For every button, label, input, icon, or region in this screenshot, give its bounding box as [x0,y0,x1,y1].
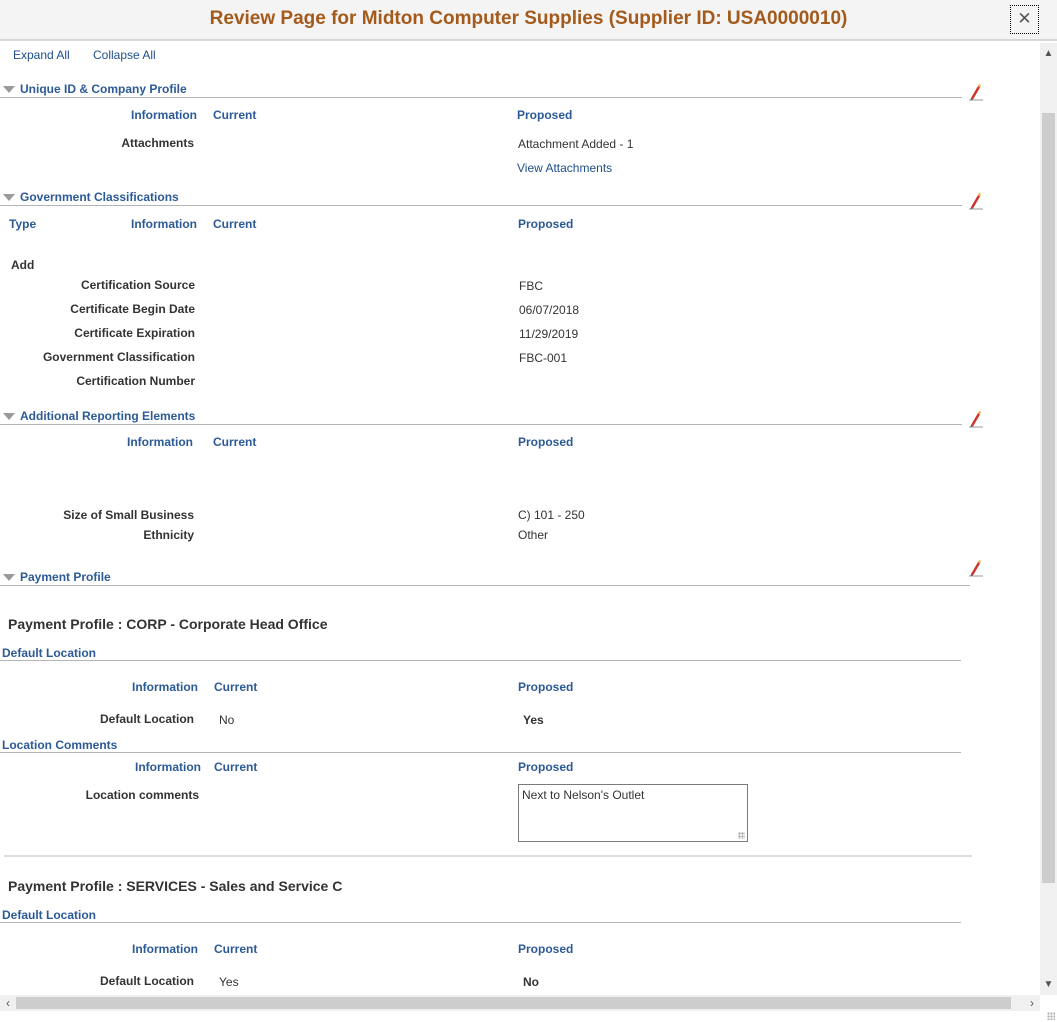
col-header-current: Current [213,108,257,122]
horizontal-scrollbar[interactable]: ‹ › [0,995,1040,1011]
payment-profile-title: Payment Profile : SERVICES - Sales and S… [8,878,343,894]
profile-divider [4,855,972,857]
section-title-additional-reporting[interactable]: Additional Reporting Elements [20,409,195,423]
horizontal-scroll-thumb[interactable] [16,997,1011,1009]
col-header-proposed: Proposed [518,435,574,449]
type-value: Add [11,258,35,272]
subsection-title-default-location: Default Location [2,646,97,660]
section-title-gov-class[interactable]: Government Classifications [20,190,179,204]
col-header-current: Current [214,680,258,694]
field-label: Ethnicity [143,528,194,542]
subsection-divider [0,752,961,753]
expand-all-link[interactable]: Expand All [13,48,70,62]
section-divider [0,424,962,425]
collapse-triangle-icon[interactable] [3,86,15,93]
edit-pencil-icon[interactable] [968,410,984,428]
col-header-information: Information [132,942,198,956]
resize-grip-icon[interactable] [738,832,745,839]
subsection-divider [0,660,961,661]
field-label: Certification Source [80,278,195,292]
field-label: Default Location [99,974,194,988]
section-divider [0,205,962,206]
col-header-proposed: Proposed [517,108,573,122]
scroll-right-icon[interactable]: › [1024,995,1040,1011]
col-header-proposed: Proposed [518,942,574,956]
proposed-value: 06/07/2018 [519,303,580,317]
collapse-all-link[interactable]: Collapse All [93,48,156,62]
field-label: Default Location [99,712,194,726]
scroll-down-icon[interactable]: ▼ [1040,976,1057,993]
col-header-information: Information [127,435,193,449]
col-header-proposed: Proposed [518,680,574,694]
proposed-value: No [523,975,539,989]
col-header-current: Current [214,760,258,774]
col-header-information: Information [135,760,201,774]
dialog-title: Review Page for Midton Computer Supplies… [209,8,848,29]
col-header-current: Current [213,435,257,449]
section-divider [0,97,962,98]
location-comments-text: Next to Nelson's Outlet [522,788,645,802]
view-attachments-link[interactable]: View Attachments [517,161,612,175]
col-header-proposed: Proposed [518,760,574,774]
proposed-value: 11/29/2019 [519,327,579,341]
edit-pencil-icon[interactable] [968,559,984,577]
current-value: Yes [219,975,239,989]
location-comments-textarea[interactable]: Next to Nelson's Outlet [518,784,748,842]
proposed-value: FBC-001 [519,351,568,365]
field-label: Size of Small Business [63,508,194,522]
col-header-information: Information [131,108,197,122]
col-header-proposed: Proposed [518,217,574,231]
payment-profile-title: Payment Profile : CORP - Corporate Head … [8,616,328,632]
field-label: Location comments [85,788,199,802]
subsection-title-default-location: Default Location [2,908,97,922]
scroll-left-icon[interactable]: ‹ [0,995,16,1011]
section-title-payment-profile[interactable]: Payment Profile [20,570,111,584]
collapse-triangle-icon[interactable] [3,194,15,201]
vertical-scrollbar[interactable]: ▲ ▼ [1040,43,1057,995]
field-label: Certification Number [76,374,195,388]
dialog-titlebar: Review Page for Midton Computer Supplies… [0,0,1057,41]
proposed-value: Yes [523,713,544,727]
col-header-information: Information [132,680,198,694]
edit-pencil-icon[interactable] [968,83,984,101]
collapse-triangle-icon[interactable] [3,574,15,581]
vertical-scroll-thumb[interactable] [1042,113,1055,883]
close-icon: ✕ [1017,9,1032,28]
scroll-up-icon[interactable]: ▲ [1040,45,1057,62]
field-label: Certificate Expiration [74,326,195,340]
subsection-title-location-comments: Location Comments [2,738,118,752]
collapse-triangle-icon[interactable] [3,413,15,420]
proposed-attachments: Attachment Added - 1 [518,137,634,151]
proposed-value: C) 101 - 250 [518,508,585,522]
close-button[interactable]: ✕ [1010,5,1039,34]
review-content: Expand All Collapse All Unique ID & Comp… [0,43,1040,995]
window-resize-grip-icon[interactable] [1047,1012,1055,1020]
section-title-unique-id[interactable]: Unique ID & Company Profile [20,82,187,96]
proposed-value: Other [518,528,549,542]
field-label: Certificate Begin Date [70,302,195,316]
col-header-current: Current [214,942,258,956]
field-label: Government Classification [42,350,195,364]
col-header-information: Information [131,217,197,231]
subsection-divider [0,922,961,923]
proposed-value: FBC [519,279,543,293]
current-value: No [219,713,235,727]
edit-pencil-icon[interactable] [968,192,984,210]
col-header-current: Current [213,217,257,231]
section-divider [0,585,970,586]
field-label-attachments: Attachments [121,136,194,150]
window-corner [1040,995,1057,1022]
